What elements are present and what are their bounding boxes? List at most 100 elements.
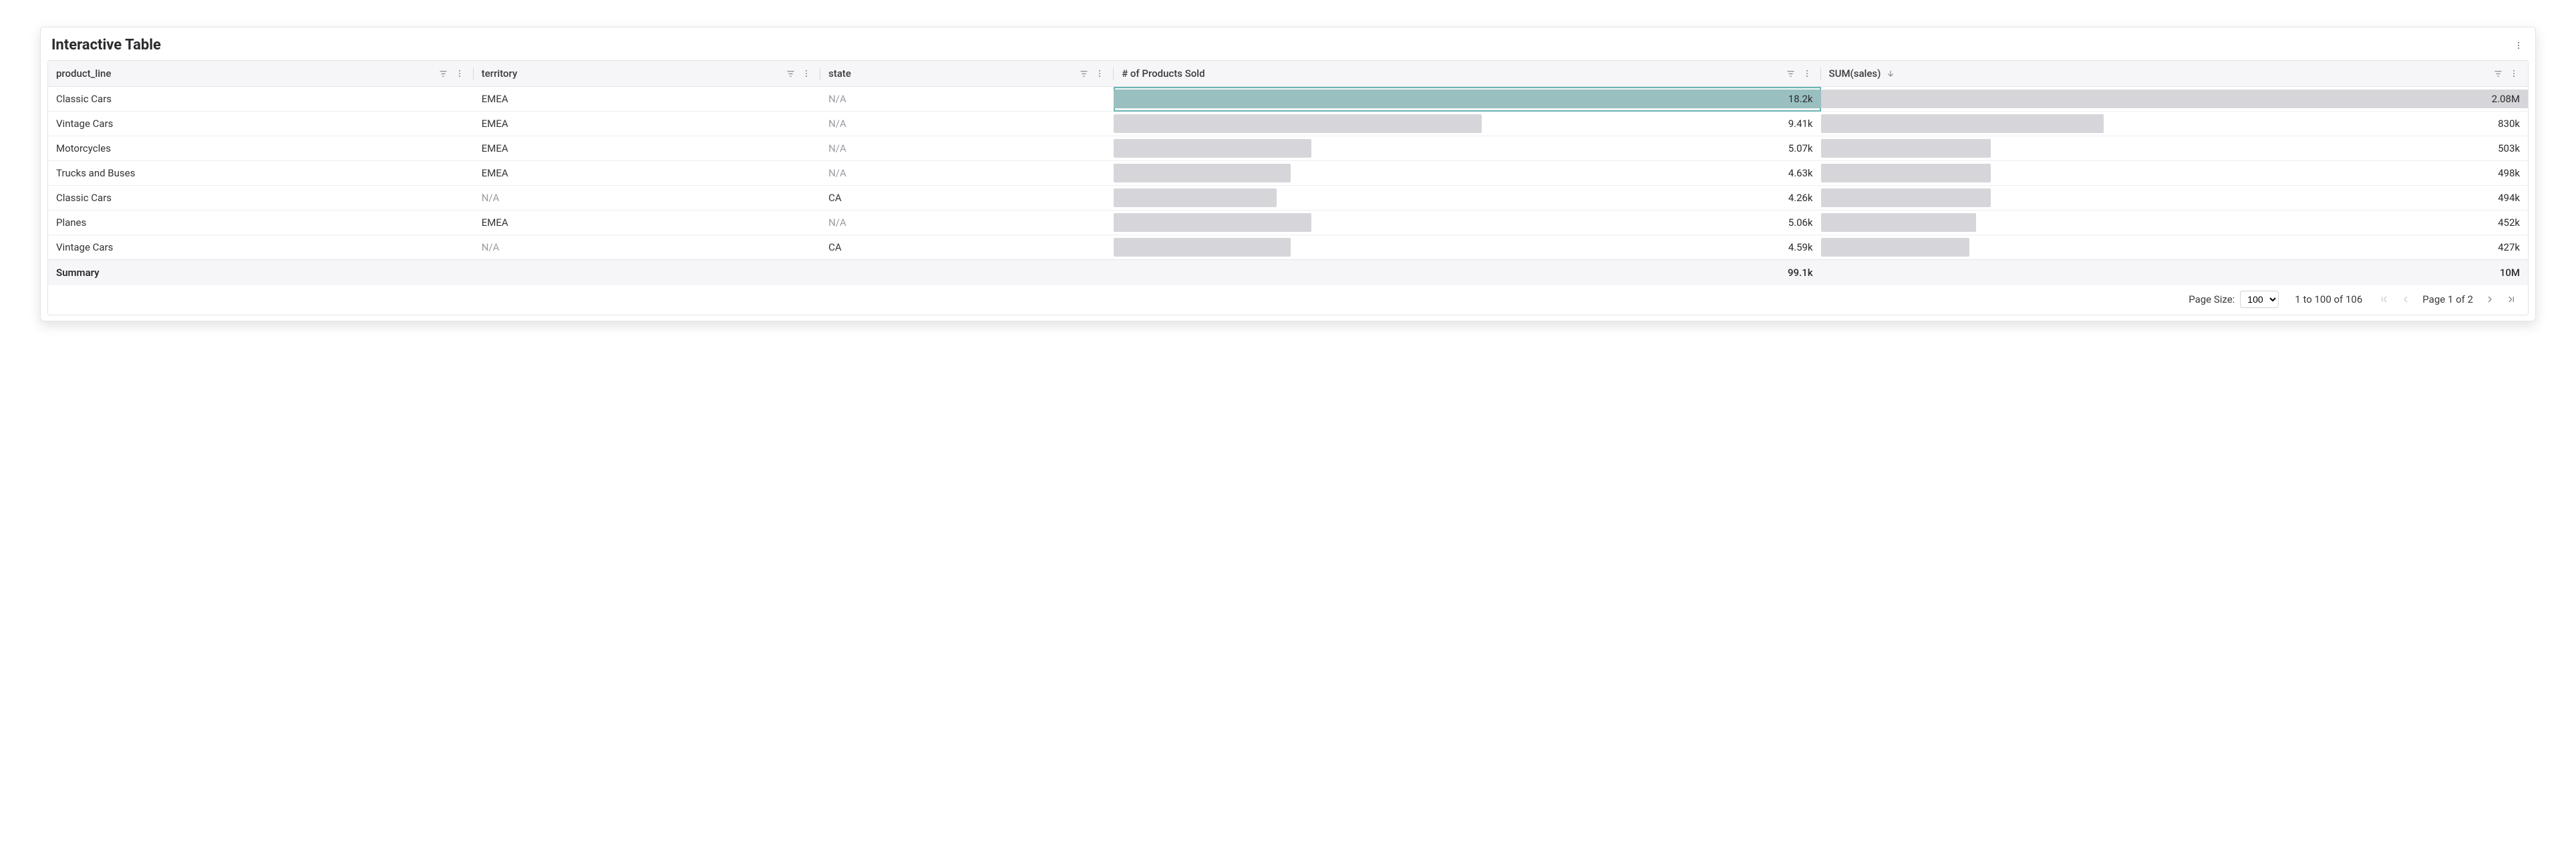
cell-value: 9.41k bbox=[1788, 118, 1813, 130]
column-menu-icon[interactable] bbox=[454, 67, 466, 80]
cell-products_sold: 5.07k bbox=[1114, 136, 1820, 161]
cell-sum_sales: 830k bbox=[1821, 112, 2528, 136]
cell-product_line: Trucks and Buses bbox=[48, 161, 474, 186]
table-summary-row: Summary 99.1k 10M bbox=[48, 260, 2528, 286]
cell-value: 830k bbox=[2498, 118, 2520, 130]
cell-sum_sales: 503k bbox=[1821, 136, 2528, 161]
summary-label: Summary bbox=[48, 260, 1114, 286]
card-header: Interactive Table bbox=[41, 27, 2535, 60]
column-label: territory bbox=[482, 67, 518, 80]
cell-state: CA bbox=[820, 235, 1114, 260]
cell-product_line: Classic Cars bbox=[48, 87, 474, 112]
column-header-products_sold[interactable]: # of Products Sold bbox=[1114, 61, 1820, 87]
cell-state: N/A bbox=[820, 210, 1114, 235]
cell-product_line: Classic Cars bbox=[48, 186, 474, 210]
cell-territory: EMEA bbox=[474, 161, 820, 186]
cell-state: N/A bbox=[820, 161, 1114, 186]
page-nav: Page 1 of 2 bbox=[2378, 293, 2517, 305]
cell-territory: N/A bbox=[474, 186, 820, 210]
column-menu-icon[interactable] bbox=[1801, 67, 1813, 80]
page-size-label: Page Size: bbox=[2189, 293, 2235, 305]
table-row[interactable]: MotorcyclesEMEAN/A 5.07k 503k bbox=[48, 136, 2528, 161]
cell-value: 494k bbox=[2498, 192, 2520, 204]
cell-sum_sales: 498k bbox=[1821, 161, 2528, 186]
cell-value: 5.06k bbox=[1788, 217, 1813, 229]
data-table: product_line territory state # of Products … bbox=[48, 61, 2528, 285]
cell-products_sold: 4.59k bbox=[1114, 235, 1820, 260]
cell-products_sold: 9.41k bbox=[1114, 112, 1820, 136]
filter-icon[interactable] bbox=[438, 67, 450, 80]
column-label: # of Products Sold bbox=[1122, 67, 1204, 80]
cell-value: 5.07k bbox=[1788, 142, 1813, 154]
prev-page-icon[interactable] bbox=[2400, 293, 2412, 305]
cell-products_sold: 18.2k bbox=[1114, 87, 1820, 112]
cell-state: CA bbox=[820, 186, 1114, 210]
cell-state: N/A bbox=[820, 136, 1114, 161]
cell-territory: EMEA bbox=[474, 210, 820, 235]
table-row[interactable]: Classic CarsN/ACA 4.26k 494k bbox=[48, 186, 2528, 210]
column-header-sum_sales[interactable]: SUM(sales) bbox=[1821, 61, 2528, 87]
cell-territory: EMEA bbox=[474, 87, 820, 112]
cell-product_line: Vintage Cars bbox=[48, 235, 474, 260]
cell-sum_sales: 452k bbox=[1821, 210, 2528, 235]
cell-value: 18.2k bbox=[1788, 93, 1813, 105]
column-menu-icon[interactable] bbox=[800, 67, 812, 80]
cell-territory: EMEA bbox=[474, 136, 820, 161]
first-page-icon[interactable] bbox=[2378, 293, 2390, 305]
cell-sum_sales: 2.08M bbox=[1821, 87, 2528, 112]
cell-value: 452k bbox=[2498, 217, 2520, 229]
cell-value: 427k bbox=[2498, 241, 2520, 253]
cell-product_line: Motorcycles bbox=[48, 136, 474, 161]
cell-value: 498k bbox=[2498, 167, 2520, 179]
summary-products-sold: 99.1k bbox=[1114, 260, 1820, 286]
column-menu-icon[interactable] bbox=[2508, 67, 2520, 80]
pagination-bar: Page Size: 100 1 to 100 of 106 Page 1 of… bbox=[48, 285, 2528, 315]
table-header: product_line territory state # of Products … bbox=[48, 61, 2528, 87]
page-indicator: Page 1 of 2 bbox=[2422, 293, 2473, 305]
cell-value: 503k bbox=[2498, 142, 2520, 154]
card-title: Interactive Table bbox=[51, 37, 161, 53]
table-container: product_line territory state # of Products … bbox=[47, 60, 2529, 315]
column-header-state[interactable]: state bbox=[820, 61, 1114, 87]
cell-sum_sales: 427k bbox=[1821, 235, 2528, 260]
filter-icon[interactable] bbox=[1785, 67, 1797, 80]
table-row[interactable]: Vintage CarsEMEAN/A 9.41k 830k bbox=[48, 112, 2528, 136]
range-text: 1 to 100 of 106 bbox=[2295, 293, 2362, 305]
cell-products_sold: 4.63k bbox=[1114, 161, 1820, 186]
cell-state: N/A bbox=[820, 112, 1114, 136]
summary-sum-sales: 10M bbox=[1821, 260, 2528, 286]
page-size-select[interactable]: 100 bbox=[2240, 291, 2279, 308]
column-header-territory[interactable]: territory bbox=[474, 61, 820, 87]
table-row[interactable]: Trucks and BusesEMEAN/A 4.63k 498k bbox=[48, 161, 2528, 186]
cell-products_sold: 4.26k bbox=[1114, 186, 1820, 210]
table-body: Classic CarsEMEAN/A18.2k2.08MVintage Car… bbox=[48, 87, 2528, 260]
cell-territory: N/A bbox=[474, 235, 820, 260]
cell-value: 2.08M bbox=[2492, 93, 2520, 105]
last-page-icon[interactable] bbox=[2505, 293, 2517, 305]
column-label: product_line bbox=[56, 67, 111, 80]
cell-products_sold: 5.06k bbox=[1114, 210, 1820, 235]
cell-sum_sales: 494k bbox=[1821, 186, 2528, 210]
filter-icon[interactable] bbox=[1078, 67, 1090, 80]
column-label: state bbox=[828, 67, 851, 80]
cell-territory: EMEA bbox=[474, 112, 820, 136]
cell-value: 4.59k bbox=[1788, 241, 1813, 253]
cell-state: N/A bbox=[820, 87, 1114, 112]
filter-icon[interactable] bbox=[784, 67, 796, 80]
sort-desc-icon bbox=[1885, 67, 1897, 80]
table-row[interactable]: Vintage CarsN/ACA 4.59k 427k bbox=[48, 235, 2528, 260]
filter-icon[interactable] bbox=[2492, 67, 2504, 80]
column-menu-icon[interactable] bbox=[1094, 67, 1106, 80]
column-header-product_line[interactable]: product_line bbox=[48, 61, 474, 87]
next-page-icon[interactable] bbox=[2484, 293, 2496, 305]
cell-value: 4.26k bbox=[1788, 192, 1813, 204]
table-row[interactable]: PlanesEMEAN/A 5.06k 452k bbox=[48, 210, 2528, 235]
page-size-control: Page Size: 100 bbox=[2189, 291, 2279, 308]
cell-value: 4.63k bbox=[1788, 167, 1813, 179]
interactive-table-card: Interactive Table product_line territory s… bbox=[40, 27, 2536, 321]
column-label: SUM(sales) bbox=[1829, 67, 1881, 80]
card-menu-icon[interactable] bbox=[2513, 39, 2525, 51]
cell-product_line: Vintage Cars bbox=[48, 112, 474, 136]
cell-product_line: Planes bbox=[48, 210, 474, 235]
table-row[interactable]: Classic CarsEMEAN/A 18.2k 2.08M bbox=[48, 87, 2528, 112]
